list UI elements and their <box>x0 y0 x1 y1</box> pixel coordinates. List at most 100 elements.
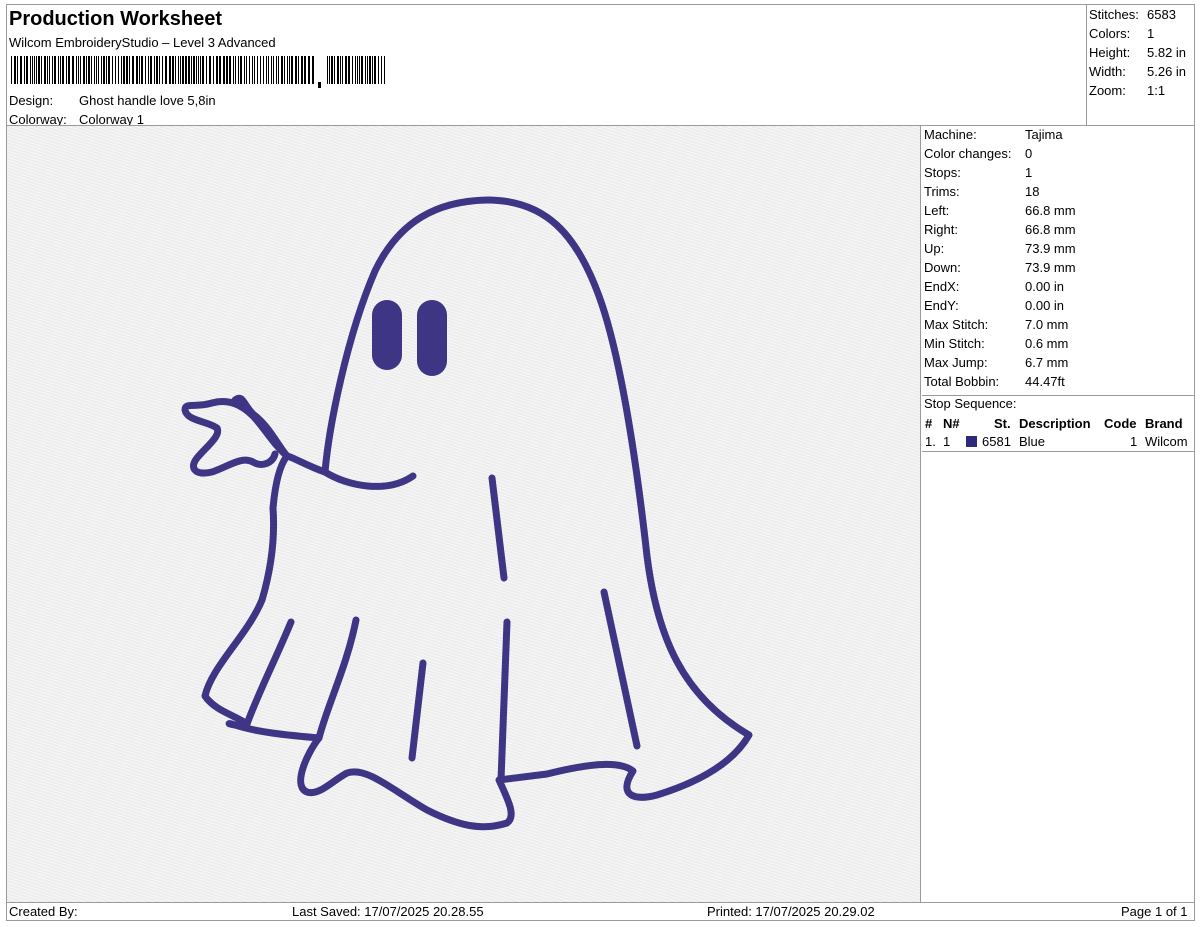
barcode-bar <box>244 56 245 84</box>
barcode-bar <box>101 56 102 84</box>
barcode-bar <box>41 56 42 84</box>
stop-sequence-bottom <box>922 451 1195 452</box>
barcode-bar <box>17 56 18 84</box>
detail-value: 0.6 mm <box>1025 336 1069 351</box>
barcode-bar <box>156 56 158 84</box>
barcode-bar <box>24 56 25 84</box>
barcode-bar <box>381 56 382 84</box>
barcode-bar <box>108 56 110 84</box>
barcode-bar <box>32 56 33 84</box>
detail-label: Machine: <box>924 127 977 142</box>
detail-label: EndX: <box>924 279 960 294</box>
detail-label: Trims: <box>924 184 960 199</box>
detail-label: Down: <box>924 260 961 275</box>
last-saved: Last Saved: 17/07/2025 20.28.55 <box>292 904 484 919</box>
barcode-bar <box>219 56 221 84</box>
detail-value: 0 <box>1025 146 1033 161</box>
barcode-bar <box>233 56 234 84</box>
detail-row: Color changes: 0 <box>924 146 1032 161</box>
barcode-bar <box>249 56 250 84</box>
barcode-bar <box>115 56 116 84</box>
barcode-bar <box>49 56 50 84</box>
barcode-bar <box>141 56 143 84</box>
width-label: Width: <box>1089 64 1126 79</box>
barcode-bar <box>139 56 140 84</box>
barcode-bar <box>308 56 310 84</box>
width-value: 5.26 in <box>1147 64 1187 79</box>
detail-row: Right: 66.8 mm <box>924 222 1076 237</box>
thread-color-swatch <box>966 436 977 447</box>
detail-row: Down: 73.9 mm <box>924 260 1076 275</box>
barcode-bar <box>289 56 290 84</box>
row-index: 1. <box>925 434 936 449</box>
barcode-bar <box>180 56 181 84</box>
detail-value: 1 <box>1025 165 1033 180</box>
barcode-bar <box>148 56 149 84</box>
barcode-bar <box>96 56 97 84</box>
detail-value: 7.0 mm <box>1025 317 1069 332</box>
barcode-bar <box>188 56 190 84</box>
height-row: Height: 5.82 in <box>1089 45 1186 60</box>
barcode-bar <box>44 56 46 84</box>
detail-value: 66.8 mm <box>1025 222 1076 237</box>
barcode-bar <box>200 56 201 84</box>
barcode-bar <box>301 56 303 84</box>
barcode-bar <box>340 56 341 84</box>
barcode-bar <box>223 56 225 84</box>
barcode-bar <box>26 56 28 84</box>
ghost-eye-left <box>372 300 402 370</box>
detail-value: Tajima <box>1025 127 1063 142</box>
barcode-bar <box>150 56 152 84</box>
barcode-bar <box>216 56 218 84</box>
barcode-bar <box>165 56 167 84</box>
barcode-bar <box>206 56 207 84</box>
stitches-value: 6583 <box>1147 7 1176 22</box>
barcode-bar <box>159 56 160 84</box>
barcode-bar <box>196 56 197 84</box>
barcode-bar <box>145 56 146 84</box>
detail-row: Up: 73.9 mm <box>924 241 1076 256</box>
barcode-bar <box>348 56 350 84</box>
barcode-bar <box>66 56 67 84</box>
height-label: Height: <box>1089 45 1131 60</box>
barcode-bar <box>178 56 179 84</box>
col-stitch: St. <box>994 416 1011 431</box>
zoom-row: Zoom: 1:1 <box>1089 83 1165 98</box>
barcode-bar <box>103 56 105 84</box>
barcode-bar <box>331 56 333 84</box>
barcode <box>11 56 385 88</box>
barcode-bar <box>154 56 155 84</box>
detail-row: Stops: 1 <box>924 165 1032 180</box>
page-number: Page 1 of 1 <box>1121 904 1188 919</box>
detail-label: Right: <box>924 222 958 237</box>
barcode-bar <box>98 56 99 84</box>
barcode-bar <box>229 56 231 84</box>
colors-value: 1 <box>1147 26 1155 41</box>
height-value: 5.82 in <box>1147 45 1187 60</box>
summary-panel: Stitches: 6583 Colors: 1 Height: 5.82 in Wi… <box>1086 4 1195 126</box>
row-brand: Wilcom <box>1145 434 1188 449</box>
detail-label: Color changes: <box>924 146 1012 161</box>
barcode-bar <box>36 56 37 84</box>
col-description: Description <box>1019 416 1091 431</box>
barcode-bar <box>365 56 366 84</box>
barcode-bar <box>252 56 253 84</box>
fold-line <box>600 588 641 750</box>
barcode-bar <box>185 56 187 84</box>
barcode-bar <box>342 56 343 84</box>
barcode-bar <box>54 56 56 84</box>
barcode-bar <box>52 56 53 84</box>
barcode-bar <box>257 56 258 84</box>
detail-value: 6.7 mm <box>1025 355 1069 370</box>
colors-label: Colors: <box>1089 26 1131 41</box>
barcode-bar <box>78 56 79 84</box>
barcode-bar <box>213 56 214 84</box>
stitches-label: Stitches: <box>1089 7 1139 22</box>
barcode-bar <box>304 56 306 84</box>
printed-date: Printed: 17/07/2025 20.29.02 <box>707 904 875 919</box>
barcode-comma <box>318 82 321 88</box>
barcode-bar <box>112 56 113 84</box>
worksheet-header: Production Worksheet Wilcom EmbroiderySt… <box>6 4 1086 127</box>
barcode-bar <box>60 56 61 84</box>
barcode-bar <box>226 56 228 84</box>
